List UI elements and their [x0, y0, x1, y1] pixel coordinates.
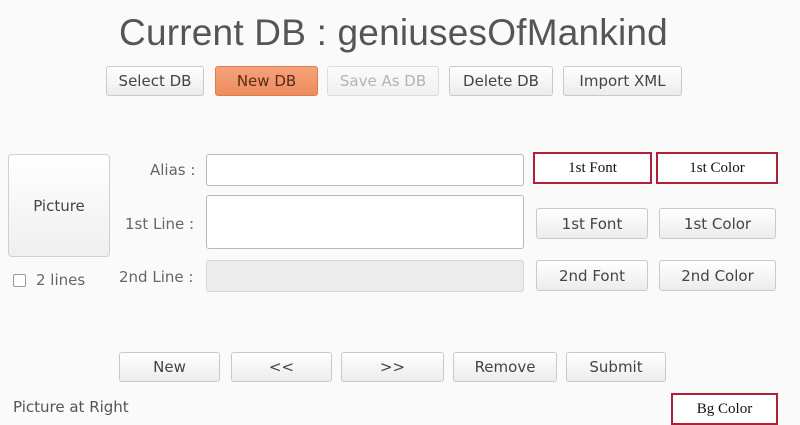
second-line-label: 2nd Line : — [119, 268, 194, 286]
second-line-color-button[interactable]: 2nd Color — [659, 260, 776, 291]
new-db-button[interactable]: New DB — [215, 66, 318, 96]
new-record-button[interactable]: New — [119, 352, 220, 382]
first-line-font-button[interactable]: 1st Font — [536, 208, 648, 239]
two-lines-checkbox[interactable] — [13, 274, 26, 287]
alias-color-button[interactable]: 1st Color — [656, 152, 778, 184]
picture-button[interactable]: Picture — [8, 154, 110, 257]
second-line-input[interactable] — [206, 260, 524, 292]
bg-color-button[interactable]: Bg Color — [671, 393, 778, 425]
alias-font-button[interactable]: 1st Font — [533, 152, 652, 184]
page-title: Current DB : geniusesOfMankind — [119, 12, 668, 53]
submit-button[interactable]: Submit — [566, 352, 666, 382]
first-line-color-button[interactable]: 1st Color — [659, 208, 776, 239]
second-line-font-button[interactable]: 2nd Font — [536, 260, 648, 291]
alias-input[interactable] — [206, 154, 524, 186]
alias-label: Alias : — [150, 161, 196, 179]
first-line-label: 1st Line : — [125, 215, 195, 233]
picture-position-label[interactable]: Picture at Right — [13, 398, 129, 416]
select-db-button[interactable]: Select DB — [106, 66, 204, 96]
delete-db-button[interactable]: Delete DB — [449, 66, 553, 96]
save-as-db-button[interactable]: Save As DB — [327, 66, 439, 96]
import-xml-button[interactable]: Import XML — [563, 66, 682, 96]
previous-record-button[interactable]: << — [231, 352, 332, 382]
remove-record-button[interactable]: Remove — [453, 352, 557, 382]
first-line-input[interactable] — [206, 195, 524, 249]
next-record-button[interactable]: >> — [341, 352, 444, 382]
two-lines-label: 2 lines — [36, 271, 86, 289]
